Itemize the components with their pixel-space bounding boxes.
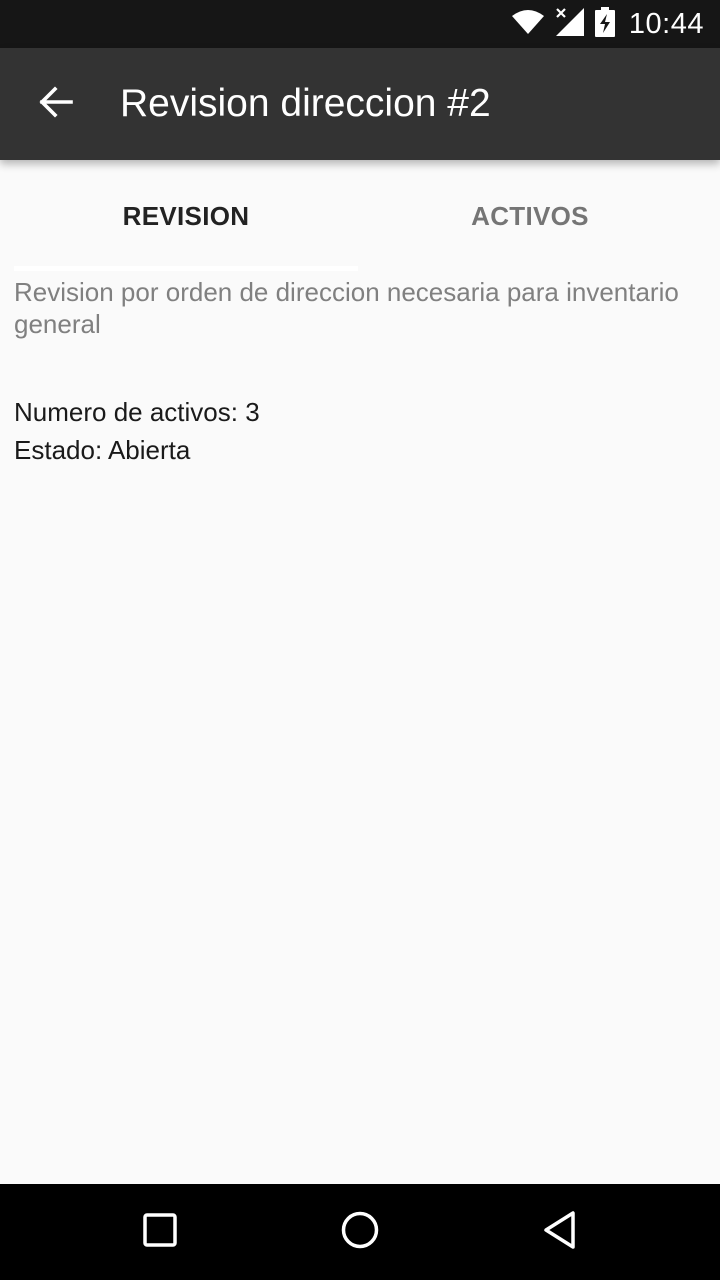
tab-revision[interactable]: REVISION (14, 160, 358, 272)
signal-icon (555, 7, 585, 42)
asset-count: Numero de activos: 3 (14, 397, 260, 427)
back-triangle-icon (542, 1210, 578, 1255)
tab-activos[interactable]: ACTIVOS (358, 160, 702, 272)
app-bar: Revision direccion #2 (0, 48, 720, 160)
arrow-back-icon (38, 84, 74, 125)
battery-charging-icon (594, 6, 615, 42)
home-button[interactable] (300, 1184, 420, 1280)
tab-bar: REVISION ACTIVOS (0, 160, 720, 272)
recents-button[interactable] (100, 1184, 220, 1280)
page-title: Revision direccion #2 (120, 82, 491, 125)
home-icon (340, 1210, 380, 1255)
nav-back-button[interactable] (500, 1184, 620, 1280)
status-time: 10:44 (628, 7, 704, 40)
revision-state: Estado: Abierta (14, 435, 191, 465)
navigation-bar (0, 1184, 720, 1280)
status-bar: 10:44 (0, 0, 720, 48)
status-icons: 10:44 (511, 0, 704, 48)
wifi-icon (511, 9, 545, 40)
revision-description: Revision por orden de direccion necesari… (14, 277, 679, 339)
back-button[interactable] (24, 72, 88, 136)
tab-indicator (14, 266, 358, 271)
recents-icon (142, 1212, 178, 1253)
